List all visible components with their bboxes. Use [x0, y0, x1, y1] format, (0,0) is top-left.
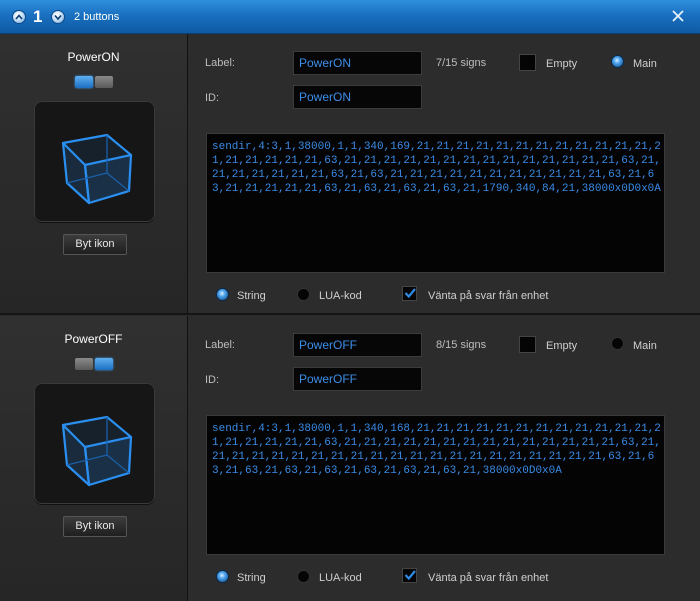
chevron-down-icon[interactable]	[51, 10, 65, 24]
id-caption: ID:	[205, 374, 220, 386]
lua-label: LUA-kod	[319, 290, 362, 302]
label-caption: Label:	[205, 339, 235, 351]
button-count: 1	[33, 7, 43, 26]
change-icon-button[interactable]: Byt ikon	[63, 234, 127, 255]
main-label: Main	[633, 58, 657, 70]
button-settings: Label: PowerON 7/15 signs Empty Main ID:…	[188, 34, 700, 313]
empty-label: Empty	[546, 340, 578, 352]
app-window: 1 2 buttons PowerON Byt ikon Label: Powe…	[0, 0, 700, 601]
checkmark-icon	[404, 288, 416, 299]
empty-checkbox[interactable]	[519, 336, 536, 353]
button-icon	[34, 383, 155, 504]
command-code-textarea[interactable]: sendir,4:3,1,38000,1,1,340,168,21,21,21,…	[206, 415, 665, 555]
button-name: PowerON	[67, 50, 120, 64]
main-radio[interactable]	[611, 337, 624, 350]
close-icon[interactable]	[670, 8, 686, 24]
id-caption: ID:	[205, 92, 220, 104]
button-panel-poweron: PowerON Byt ikon Label: PowerON 7/15 sig…	[0, 34, 700, 313]
chevron-up-icon[interactable]	[12, 10, 26, 24]
cube-icon	[61, 133, 133, 205]
command-code-textarea[interactable]: sendir,4:3,1,38000,1,1,340,169,21,21,21,…	[206, 133, 665, 273]
title-bar: 1 2 buttons	[0, 0, 700, 34]
main-radio[interactable]	[611, 55, 624, 68]
lua-radio[interactable]	[297, 288, 310, 301]
label-field[interactable]: PowerON	[293, 51, 422, 75]
string-label: String	[237, 290, 266, 302]
button-name: PowerOFF	[64, 332, 123, 346]
cube-icon	[61, 415, 133, 487]
lua-label: LUA-kod	[319, 572, 362, 584]
window-title: 2 buttons	[74, 11, 120, 23]
lua-radio[interactable]	[297, 570, 310, 583]
empty-checkbox[interactable]	[519, 54, 536, 71]
label-caption: Label:	[205, 57, 235, 69]
wait-checkbox[interactable]	[402, 568, 417, 583]
button-settings: Label: PowerOFF 8/15 signs Empty Main ID…	[188, 316, 700, 601]
button-preview: PowerOFF Byt ikon	[0, 316, 188, 601]
sign-counter: 8/15 signs	[436, 339, 487, 351]
checkmark-icon	[404, 570, 416, 581]
main-label: Main	[633, 340, 657, 352]
state-toggle[interactable]	[75, 358, 113, 370]
id-field[interactable]: PowerON	[293, 85, 422, 109]
string-radio[interactable]	[216, 570, 229, 583]
label-field[interactable]: PowerOFF	[293, 333, 422, 357]
id-field[interactable]: PowerOFF	[293, 367, 422, 391]
button-icon	[34, 101, 155, 222]
wait-checkbox[interactable]	[402, 286, 417, 301]
state-toggle[interactable]	[75, 76, 113, 88]
change-icon-button[interactable]: Byt ikon	[63, 516, 127, 537]
wait-label: Vänta på svar från enhet	[428, 290, 549, 302]
wait-label: Vänta på svar från enhet	[428, 572, 549, 584]
string-label: String	[237, 572, 266, 584]
sign-counter: 7/15 signs	[436, 57, 487, 69]
panel-divider	[0, 313, 700, 315]
empty-label: Empty	[546, 58, 578, 70]
button-panel-poweroff: PowerOFF Byt ikon Label: PowerOFF 8/15 s…	[0, 316, 700, 601]
button-preview: PowerON Byt ikon	[0, 34, 188, 313]
string-radio[interactable]	[216, 288, 229, 301]
